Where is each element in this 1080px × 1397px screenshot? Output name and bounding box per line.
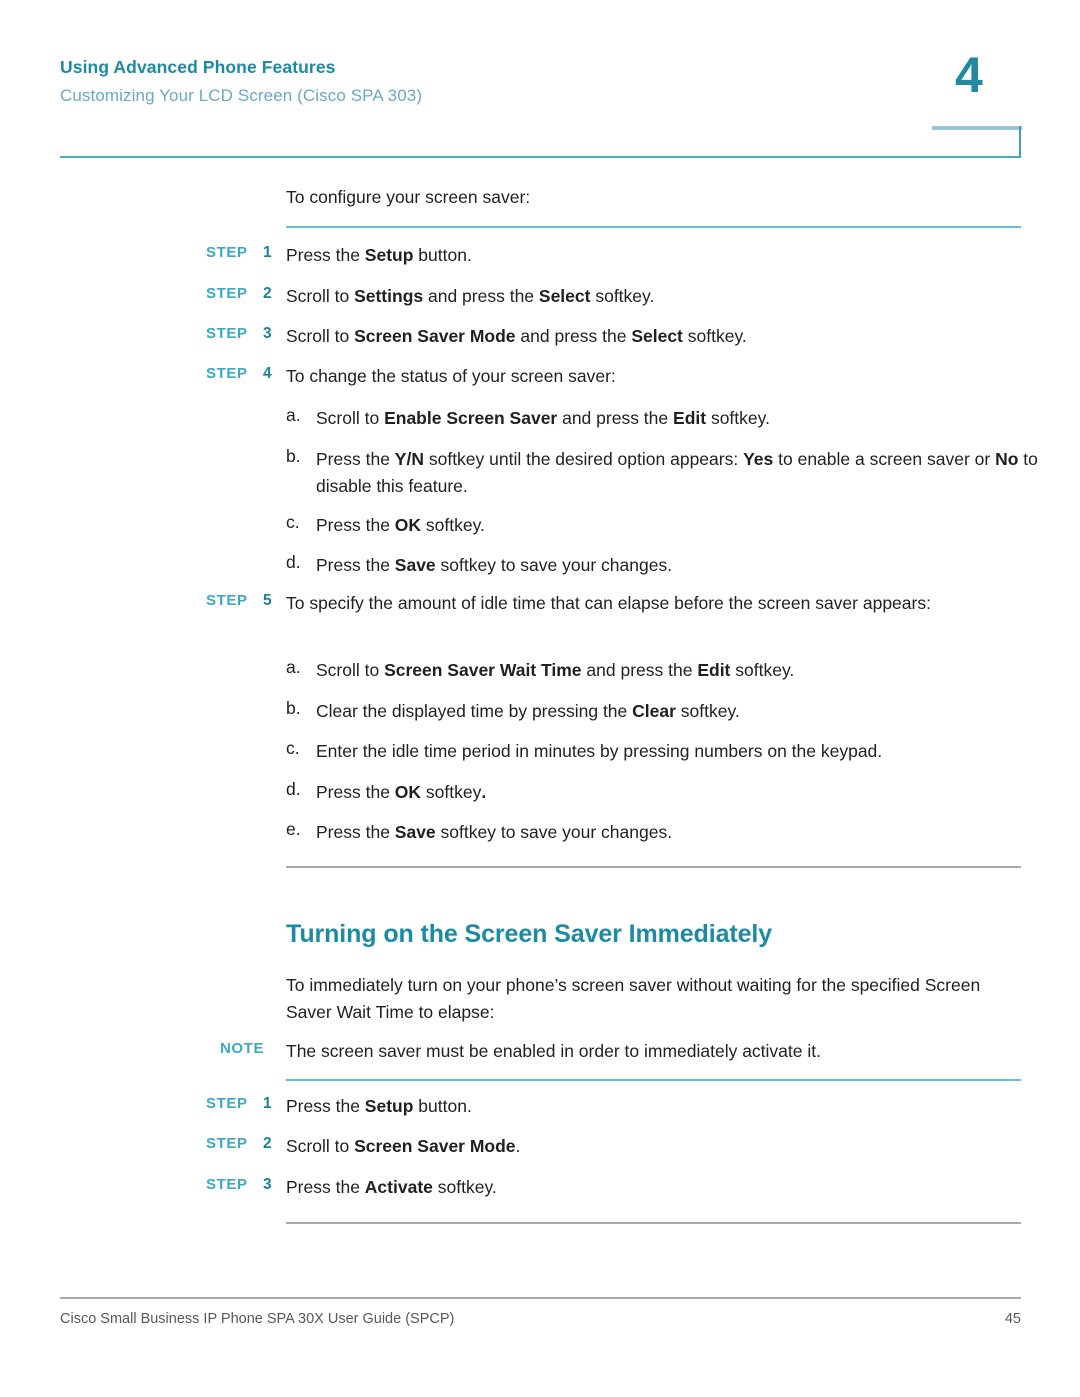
step-number: 2 [263, 285, 272, 302]
page-header: Using Advanced Phone Features Customizin… [0, 0, 1080, 160]
section1-top-rule [286, 226, 1021, 228]
section2-top-rule [286, 866, 1021, 868]
step-label: STEP [206, 365, 248, 382]
step-text: Scroll to Screen Saver Mode and press th… [286, 326, 747, 346]
step-number: 5 [263, 592, 272, 609]
substep-marker: b. [286, 446, 301, 466]
step-label: STEP [206, 1176, 248, 1193]
substep-text: Press the Y/N softkey until the desired … [316, 449, 1038, 496]
step-number: 3 [263, 1176, 272, 1193]
step-number: 3 [263, 325, 272, 342]
header-title: Using Advanced Phone Features [60, 57, 336, 77]
step-label: STEP [206, 1095, 248, 1112]
substep-marker: a. [286, 657, 301, 677]
step-label: STEP [206, 325, 248, 342]
substep-text: Press the Save softkey to save your chan… [316, 555, 673, 575]
substep-marker: c. [286, 512, 300, 532]
step-label: STEP [206, 592, 248, 609]
substep-marker: d. [286, 779, 301, 799]
section2-steps-rule [286, 1079, 1021, 1081]
step-label: STEP [206, 1135, 248, 1152]
substep-text: Press the Save softkey to save your chan… [316, 822, 673, 842]
substep-text: Scroll to Screen Saver Wait Time and pre… [316, 660, 795, 680]
substep-marker: c. [286, 738, 300, 758]
section2-paragraph: To immediately turn on your phone’s scre… [286, 975, 981, 1022]
step-number: 2 [263, 1135, 272, 1152]
step-text: Press the Activate softkey. [286, 1177, 497, 1197]
note-text: The screen saver must be enabled in orde… [286, 1041, 821, 1061]
step-text: Scroll to Settings and press the Select … [286, 286, 655, 306]
step-number: 4 [263, 365, 272, 382]
step-text: Press the Setup button. [286, 1096, 472, 1116]
footer-divider-rule [60, 1297, 1021, 1299]
substep-marker: d. [286, 552, 301, 572]
step-text: To change the status of your screen save… [286, 366, 616, 386]
substep-text: Press the OK softkey. [316, 782, 487, 802]
footer-document-title: Cisco Small Business IP Phone SPA 30X Us… [60, 1311, 455, 1327]
step-text: Scroll to Screen Saver Mode. [286, 1136, 521, 1156]
substep-text: Clear the displayed time by pressing the… [316, 701, 740, 721]
note-label: NOTE [220, 1040, 265, 1057]
document-page: Using Advanced Phone Features Customizin… [0, 0, 1080, 1397]
substep-text: Enter the idle time period in minutes by… [316, 741, 883, 761]
substep-marker: b. [286, 698, 301, 718]
header-divider-rule [60, 156, 1021, 158]
substep-marker: e. [286, 819, 301, 839]
section1-intro: To configure your screen saver: [286, 187, 531, 207]
step-number: 1 [263, 244, 272, 261]
header-box-top-bar [932, 126, 1022, 130]
footer-page-number: 45 [1004, 1311, 1021, 1327]
header-box-right-edge [1019, 126, 1021, 158]
section-heading: Turning on the Screen Saver Immediately [286, 920, 773, 948]
chapter-number: 4 [955, 47, 983, 103]
substep-marker: a. [286, 405, 301, 425]
substep-text: Press the OK softkey. [316, 515, 485, 535]
substep-text: Scroll to Enable Screen Saver and press … [316, 408, 770, 428]
step-text: To specify the amount of idle time that … [286, 593, 931, 613]
step-text: Press the Setup button. [286, 245, 472, 265]
step-label: STEP [206, 285, 248, 302]
step-number: 1 [263, 1095, 272, 1112]
header-subtitle: Customizing Your LCD Screen (Cisco SPA 3… [60, 86, 423, 105]
step-label: STEP [206, 244, 248, 261]
section2-bottom-rule [286, 1222, 1021, 1224]
